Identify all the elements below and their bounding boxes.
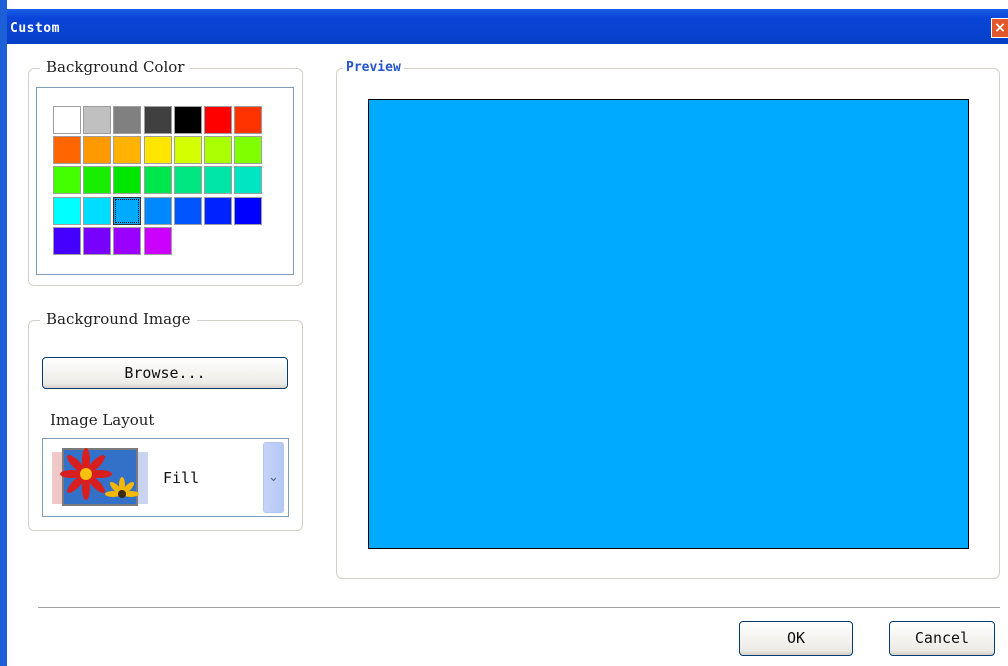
window-title: Custom [10,21,60,36]
dropdown-arrow-button[interactable]: ⌄ [263,442,284,513]
color-swatch[interactable] [173,106,202,134]
chevron-down-icon: ⌄ [268,470,279,485]
ok-button[interactable]: OK [739,621,853,656]
footer-separator [38,607,1000,611]
color-swatch[interactable] [113,106,142,134]
color-swatch[interactable] [204,166,232,195]
color-swatch[interactable] [113,166,142,195]
window-left-border [0,0,7,666]
cancel-button[interactable]: Cancel [889,621,995,656]
color-swatch[interactable] [234,136,263,165]
color-swatch[interactable] [143,106,172,134]
image-layout-label: Image Layout [50,411,155,429]
color-swatch[interactable] [53,226,81,255]
color-swatch[interactable] [204,106,232,134]
color-swatch[interactable] [83,136,112,165]
image-layout-value: Fill [163,469,200,487]
color-swatch[interactable] [113,226,142,255]
color-swatch[interactable] [173,196,202,225]
background-image-legend: Background Image [40,310,197,328]
close-button[interactable]: × [991,18,1008,38]
color-swatch[interactable] [53,136,81,165]
color-swatch[interactable] [234,196,263,225]
color-swatch[interactable] [53,196,81,225]
color-swatch[interactable] [173,166,202,195]
background-color-legend: Background Color [40,58,191,76]
color-swatch[interactable] [83,196,112,225]
color-swatch[interactable] [53,166,81,195]
preview-legend: Preview [343,60,404,75]
title-bar-top-strip [0,0,1008,9]
color-swatch[interactable] [173,136,202,165]
color-swatch[interactable] [143,196,172,225]
browse-button[interactable]: Browse... [42,357,288,389]
color-swatch[interactable] [234,166,263,195]
color-swatch[interactable] [234,106,263,134]
color-swatch[interactable] [143,226,172,255]
color-swatch[interactable] [113,196,142,225]
color-swatch[interactable] [83,166,112,195]
preview-area [368,99,969,549]
color-swatch[interactable] [204,196,232,225]
color-swatch[interactable] [53,106,81,134]
color-swatch[interactable] [143,166,172,195]
color-swatch[interactable] [143,136,172,165]
color-swatch[interactable] [204,136,232,165]
close-icon: × [994,20,1006,36]
color-swatch[interactable] [83,106,112,134]
color-swatch[interactable] [83,226,112,255]
image-layout-thumbnail [52,448,148,506]
color-swatch[interactable] [113,136,142,165]
